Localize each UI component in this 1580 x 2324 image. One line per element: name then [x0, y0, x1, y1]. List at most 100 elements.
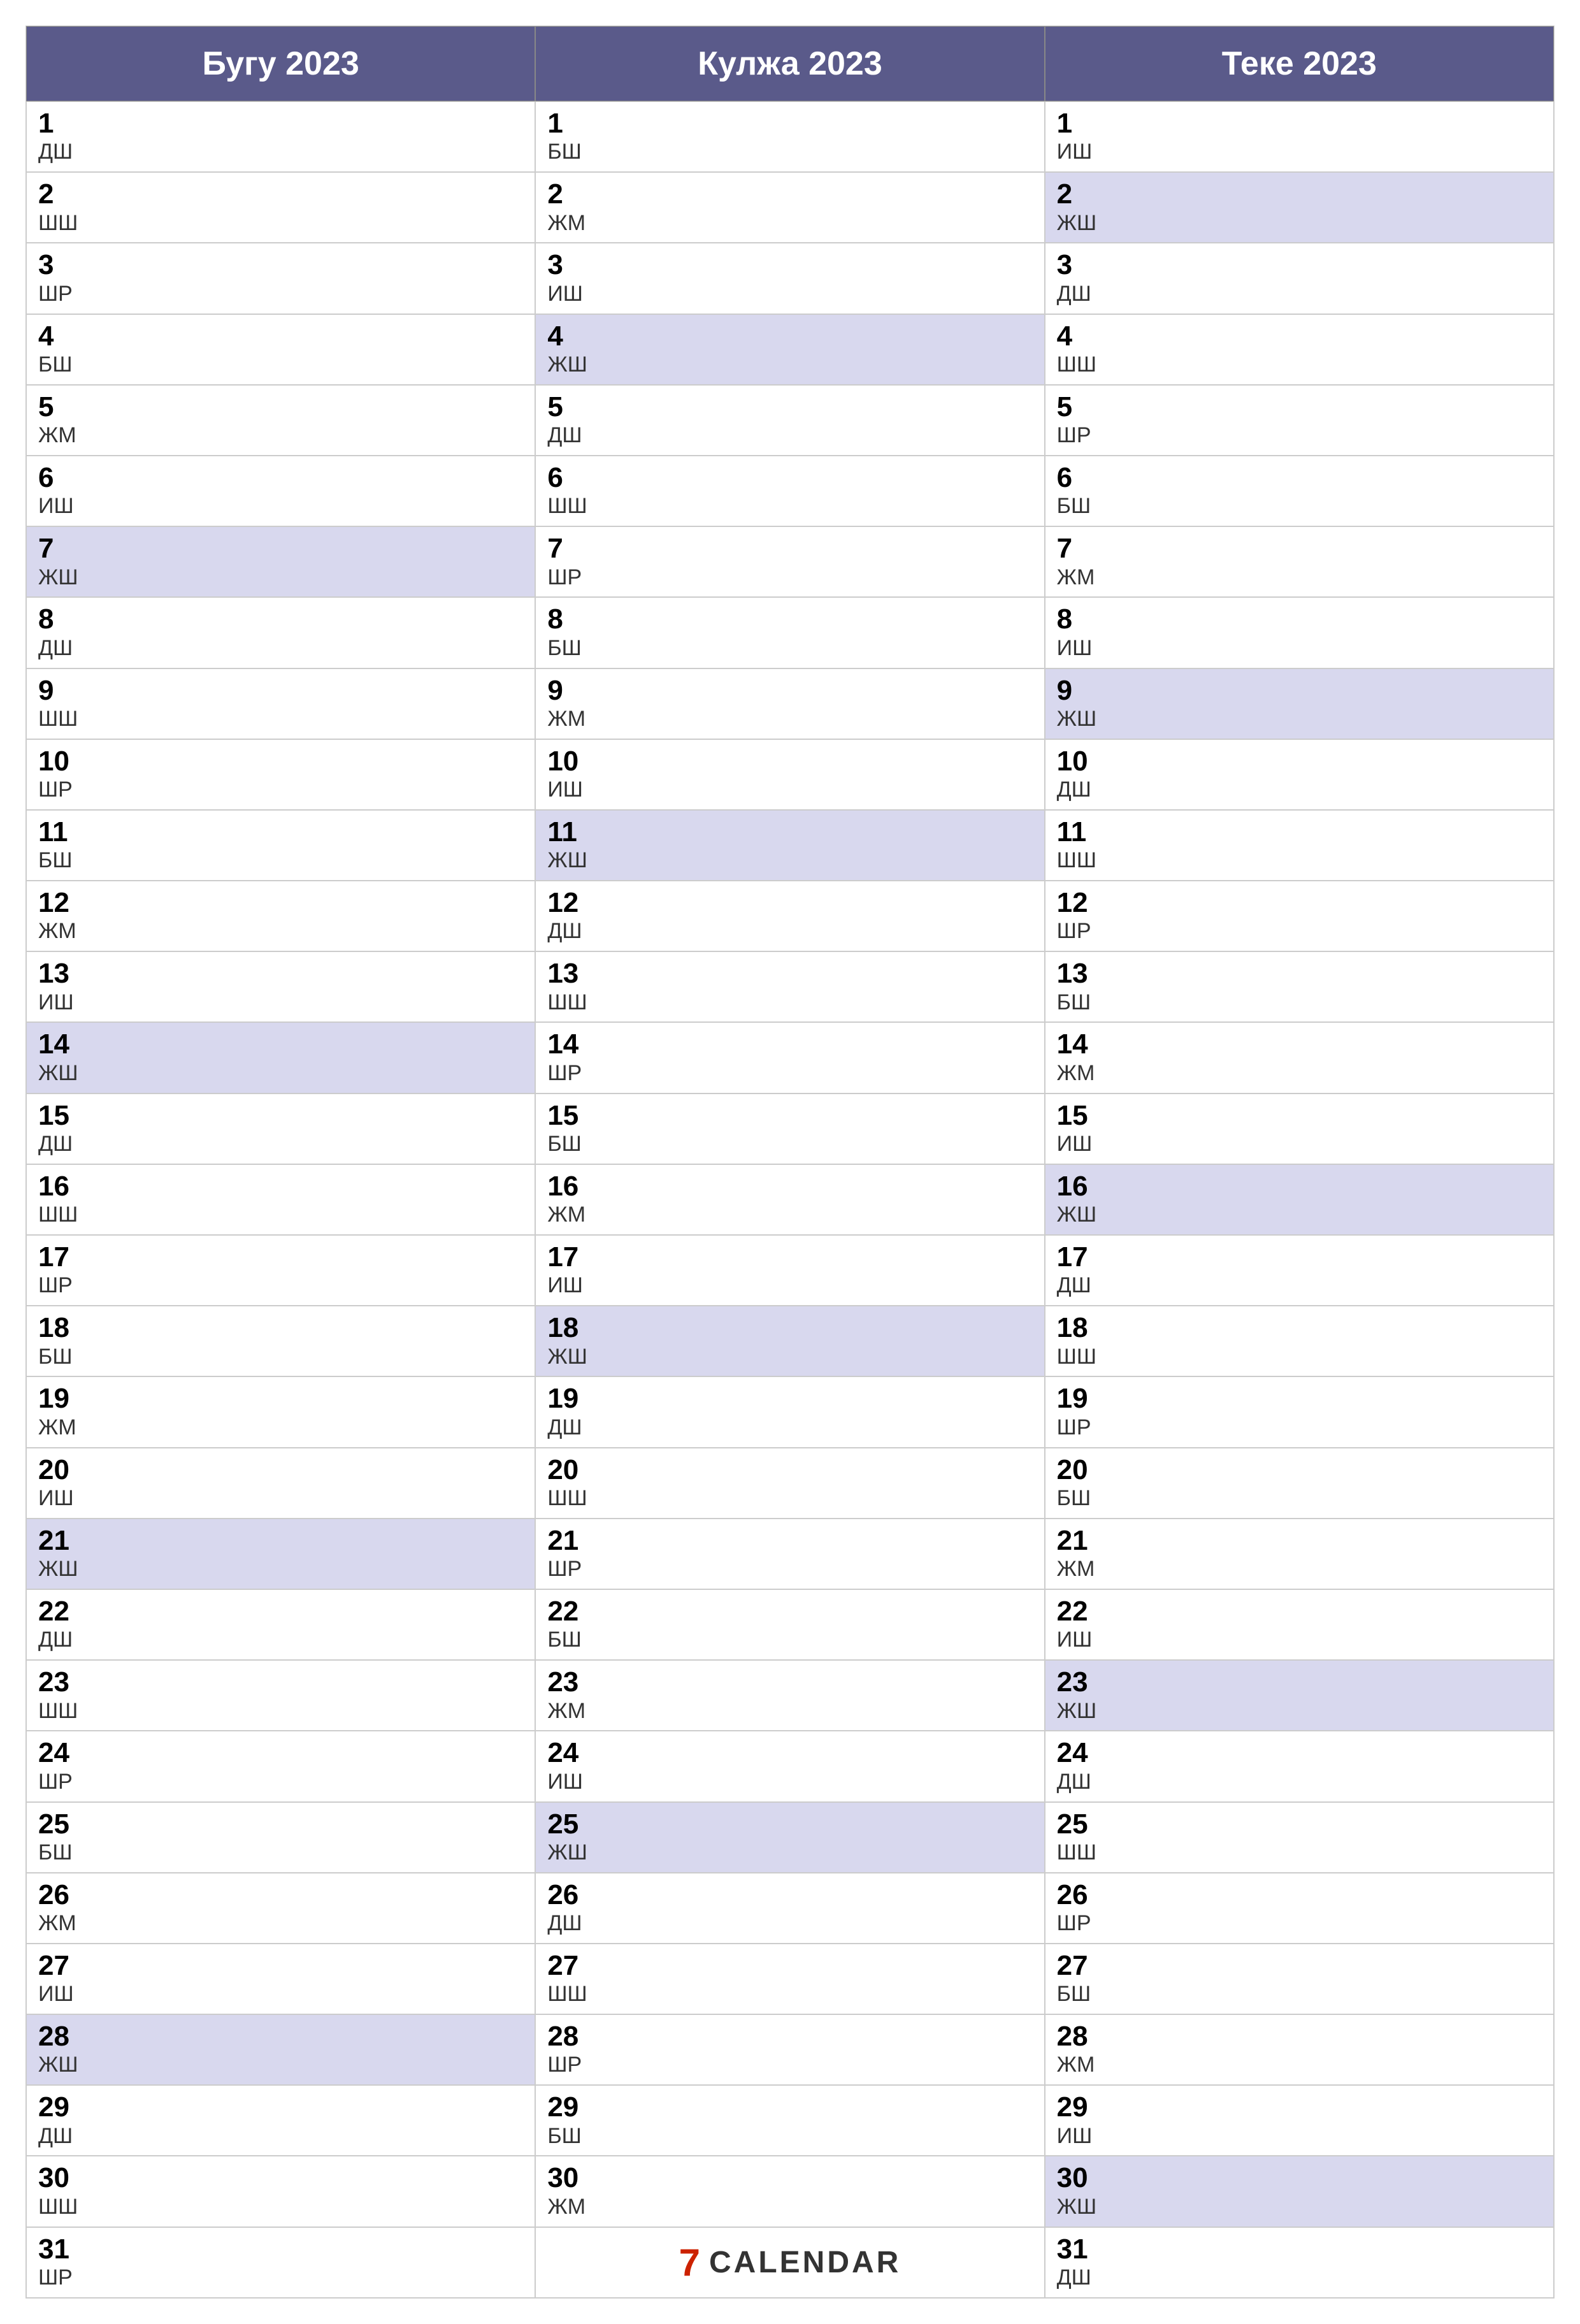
day-cell: 20 БШ	[1045, 1448, 1554, 1519]
day-cell: 30 ЖШ	[1045, 2156, 1554, 2227]
day-label: ДШ	[1057, 1273, 1542, 1299]
day-label: ЖМ	[547, 210, 1032, 236]
day-cell: 13 ИШ	[26, 951, 535, 1022]
day-cell: 30 ЖМ	[535, 2156, 1044, 2227]
day-number: 10	[38, 746, 523, 777]
day-label: ДШ	[38, 139, 523, 165]
day-label: ИШ	[547, 1769, 1032, 1795]
day-number: 7	[1057, 533, 1542, 564]
day-cell: 23 ШШ	[26, 1660, 535, 1731]
day-number: 6	[1057, 463, 1542, 493]
day-number: 9	[547, 675, 1032, 706]
day-number: 20	[547, 1455, 1032, 1485]
day-label: ЖМ	[1057, 1556, 1542, 1582]
day-label: БШ	[547, 2123, 1032, 2149]
day-cell: 18 ЖШ	[535, 1306, 1044, 1376]
day-label: ЖМ	[1057, 2052, 1542, 2078]
day-label: ШШ	[1057, 352, 1542, 378]
day-cell: 8 ИШ	[1045, 597, 1554, 668]
day-number: 21	[1057, 1526, 1542, 1556]
day-label: ШШ	[1057, 1344, 1542, 1370]
day-number: 2	[38, 179, 523, 210]
day-number: 29	[547, 2092, 1032, 2123]
day-number: 1	[547, 108, 1032, 139]
day-number: 8	[38, 604, 523, 635]
day-cell: 31 ШР	[26, 2227, 535, 2298]
day-cell: 18 ШШ	[1045, 1306, 1554, 1376]
day-number: 12	[547, 888, 1032, 918]
day-cell: 7 ШР	[535, 526, 1044, 597]
day-cell: 14 ЖМ	[1045, 1022, 1554, 1093]
day-label: ИШ	[38, 990, 523, 1016]
day-label: ШР	[547, 1060, 1032, 1086]
day-number: 11	[1057, 817, 1542, 848]
day-cell: 4 БШ	[26, 314, 535, 385]
day-label: ДШ	[38, 1131, 523, 1157]
day-cell: 25 ШШ	[1045, 1802, 1554, 1873]
day-label: ШР	[1057, 422, 1542, 449]
day-label: ИШ	[1057, 2123, 1542, 2149]
day-label: ШР	[1057, 1415, 1542, 1441]
day-cell: 2 ЖМ	[535, 172, 1044, 243]
day-number: 5	[1057, 392, 1542, 422]
day-label: ШР	[1057, 918, 1542, 944]
day-label: БШ	[1057, 990, 1542, 1016]
day-label: ЖШ	[547, 1840, 1032, 1866]
day-cell: 17 ДШ	[1045, 1235, 1554, 1306]
day-cell: 29 ИШ	[1045, 2085, 1554, 2156]
day-label: ДШ	[1057, 777, 1542, 803]
day-label: ЖШ	[38, 565, 523, 591]
day-number: 19	[547, 1383, 1032, 1414]
day-label: ЖШ	[547, 848, 1032, 874]
day-label: ШШ	[1057, 848, 1542, 874]
day-number: 23	[38, 1667, 523, 1698]
logo-cell: 7 CALENDAR	[535, 2227, 1044, 2298]
day-number: 15	[547, 1101, 1032, 1131]
day-number: 4	[547, 321, 1032, 352]
day-number: 22	[547, 1596, 1032, 1627]
day-number: 18	[547, 1313, 1032, 1343]
day-cell: 10 ШР	[26, 739, 535, 810]
day-number: 13	[547, 958, 1032, 989]
day-label: ШР	[38, 777, 523, 803]
day-label: ШР	[547, 565, 1032, 591]
day-label: ШШ	[38, 1202, 523, 1228]
day-number: 5	[38, 392, 523, 422]
day-label: ЖМ	[38, 1910, 523, 1937]
calendar-body: 1 ДШ 1 БШ 1 ИШ 2 ШШ 2 ЖМ 2 ЖШ	[26, 101, 1554, 2298]
logo-seven-icon: 7	[679, 2241, 700, 2284]
day-number: 18	[38, 1313, 523, 1343]
day-cell: 6 БШ	[1045, 456, 1554, 526]
day-cell: 9 ШШ	[26, 668, 535, 739]
day-label: ЖШ	[38, 1556, 523, 1582]
day-label: ЖШ	[1057, 2194, 1542, 2220]
day-cell: 6 ИШ	[26, 456, 535, 526]
day-label: ШШ	[38, 1698, 523, 1724]
day-label: ШР	[38, 2265, 523, 2291]
day-number: 2	[1057, 179, 1542, 210]
day-number: 18	[1057, 1313, 1542, 1343]
day-label: ДШ	[1057, 2265, 1542, 2291]
day-number: 27	[547, 1951, 1032, 1981]
day-cell: 24 ИШ	[535, 1731, 1044, 1801]
day-number: 14	[547, 1029, 1032, 1060]
day-label: ИШ	[1057, 1627, 1542, 1653]
day-label: ШШ	[547, 990, 1032, 1016]
day-label: ДШ	[547, 422, 1032, 449]
day-label: ЖМ	[1057, 565, 1542, 591]
day-cell: 8 ДШ	[26, 597, 535, 668]
day-cell: 5 ЖМ	[26, 385, 535, 456]
day-cell: 17 ИШ	[535, 1235, 1044, 1306]
day-label: ДШ	[1057, 281, 1542, 307]
header-month-2: Кулжа 2023	[535, 26, 1044, 101]
day-label: БШ	[1057, 493, 1542, 519]
day-cell: 17 ШР	[26, 1235, 535, 1306]
day-number: 8	[1057, 604, 1542, 635]
day-label: ШР	[547, 2052, 1032, 2078]
day-label: ИШ	[38, 1981, 523, 2007]
header-month-3-label: Теке 2023	[1222, 45, 1377, 82]
day-number: 22	[38, 1596, 523, 1627]
day-number: 23	[547, 1667, 1032, 1698]
day-label: ШР	[38, 1273, 523, 1299]
day-cell: 21 ШР	[535, 1519, 1044, 1589]
